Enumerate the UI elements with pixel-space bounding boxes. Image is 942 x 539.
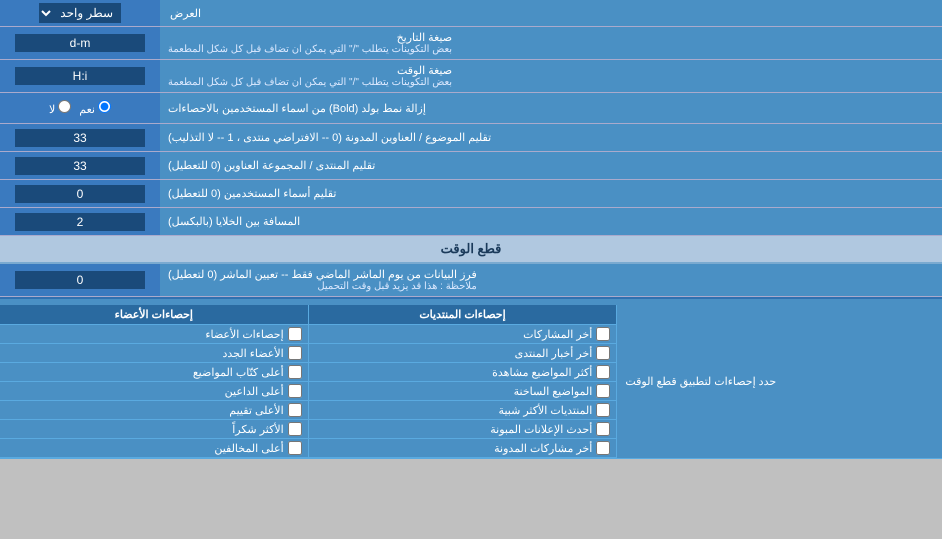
- stats-forum-item-2: أكثر المواضيع مشاهدة: [309, 363, 617, 382]
- stats-member-item-1: الأعضاء الجدد: [0, 344, 308, 363]
- bold-yes-label: نعم: [79, 100, 111, 116]
- stats-member-checkbox-5[interactable]: [288, 422, 302, 436]
- stats-forum-label-5: أحدث الإعلانات المبونة: [315, 423, 593, 436]
- stats-member-checkbox-3[interactable]: [288, 384, 302, 398]
- stats-member-label-1: الأعضاء الجدد: [6, 347, 284, 360]
- stats-forum-item-4: المنتديات الأكثر شبية: [309, 401, 617, 420]
- stats-forum-label-6: أخر مشاركات المدونة: [315, 442, 593, 455]
- stats-forum-label-4: المنتديات الأكثر شبية: [315, 404, 593, 417]
- stats-member-checkbox-4[interactable]: [288, 403, 302, 417]
- stats-forum-checkbox-1[interactable]: [596, 346, 610, 360]
- bold-no-label: لا: [49, 100, 71, 116]
- time-cutoff-input-area: [0, 264, 160, 296]
- stats-columns: إحصاءات المنتديات أخر المشاركات أخر أخبا…: [0, 305, 617, 458]
- time-format-label: صيغة الوقت بعض التكوينات يتطلب "/" التي …: [160, 60, 942, 92]
- stats-member-item-3: أعلى الداعين: [0, 382, 308, 401]
- stats-forum-item-1: أخر أخبار المنتدى: [309, 344, 617, 363]
- date-format-input[interactable]: [15, 34, 145, 52]
- forum-group-label: تقليم المنتدى / المجموعة العناوين (0 للت…: [160, 152, 942, 179]
- stats-member-label-4: الأعلى تقييم: [6, 404, 284, 417]
- stats-forum-label-3: المواضيع الساخنة: [315, 385, 593, 398]
- stats-col2-header: إحصاءات الأعضاء: [0, 305, 308, 325]
- bold-radio-group: نعم لا: [41, 96, 119, 120]
- bold-yes-radio[interactable]: [98, 100, 111, 113]
- bold-remove-radio-area: نعم لا: [0, 93, 160, 123]
- usernames-row: تقليم أسماء المستخدمين (0 للتعطيل): [0, 180, 942, 208]
- cell-distance-row: المسافة بين الخلايا (بالبكسل): [0, 208, 942, 236]
- stats-header-row: حدد إحصاءات لتطبيق قطع الوقت إحصاءات الم…: [0, 305, 942, 459]
- stats-forum-item-5: أحدث الإعلانات المبونة: [309, 420, 617, 439]
- forum-group-input[interactable]: [15, 157, 145, 175]
- stats-forum-checkbox-5[interactable]: [596, 422, 610, 436]
- time-cutoff-label: فرز البيانات من يوم الماشر الماضي فقط --…: [160, 264, 942, 296]
- stats-forum-checkbox-2[interactable]: [596, 365, 610, 379]
- stats-forum-label-1: أخر أخبار المنتدى: [315, 347, 593, 360]
- date-format-row: صيغة التاريخ بعض التكوينات يتطلب "/" الت…: [0, 27, 942, 60]
- stats-col-members: إحصاءات الأعضاء إحصاءات الأعضاء الأعضاء …: [0, 305, 309, 458]
- time-cutoff-row: فرز البيانات من يوم الماشر الماضي فقط --…: [0, 264, 942, 297]
- stats-member-item-5: الأكثر شكراً: [0, 420, 308, 439]
- subject-titles-input-area: [0, 124, 160, 151]
- stats-forum-label-2: أكثر المواضيع مشاهدة: [315, 366, 593, 379]
- time-cutoff-input[interactable]: [15, 271, 145, 289]
- time-format-input-area: [0, 60, 160, 92]
- stats-member-item-0: إحصاءات الأعضاء: [0, 325, 308, 344]
- stats-forum-label-0: أخر المشاركات: [315, 328, 593, 341]
- stats-member-label-2: أعلى كتّاب المواضيع: [6, 366, 284, 379]
- date-format-label: صيغة التاريخ بعض التكوينات يتطلب "/" الت…: [160, 27, 942, 59]
- main-container: العرض سطر واحدسطرينثلاثة أسطر صيغة التار…: [0, 0, 942, 459]
- time-format-input[interactable]: [15, 67, 145, 85]
- stats-member-label-0: إحصاءات الأعضاء: [6, 328, 284, 341]
- bold-no-radio[interactable]: [58, 100, 71, 113]
- time-cutoff-section-header: قطع الوقت: [0, 236, 942, 264]
- forum-group-input-area: [0, 152, 160, 179]
- cell-distance-input[interactable]: [15, 213, 145, 231]
- time-format-row: صيغة الوقت بعض التكوينات يتطلب "/" التي …: [0, 60, 942, 93]
- stats-forum-checkbox-0[interactable]: [596, 327, 610, 341]
- stats-member-checkbox-1[interactable]: [288, 346, 302, 360]
- stats-forum-item-0: أخر المشاركات: [309, 325, 617, 344]
- bold-remove-label: إزالة نمط بولد (Bold) من اسماء المستخدمي…: [160, 93, 942, 123]
- cell-distance-input-area: [0, 208, 160, 235]
- date-format-input-area: [0, 27, 160, 59]
- stats-col-forums: إحصاءات المنتديات أخر المشاركات أخر أخبا…: [309, 305, 618, 458]
- usernames-label: تقليم أسماء المستخدمين (0 للتعطيل): [160, 180, 942, 207]
- subject-titles-label: تقليم الموضوع / العناوين المدونة (0 -- ا…: [160, 124, 942, 151]
- forum-group-row: تقليم المنتدى / المجموعة العناوين (0 للت…: [0, 152, 942, 180]
- stats-member-label-3: أعلى الداعين: [6, 385, 284, 398]
- stats-forum-checkbox-3[interactable]: [596, 384, 610, 398]
- stats-member-label-6: أعلى المخالفين: [6, 442, 284, 455]
- stats-forum-checkbox-6[interactable]: [596, 441, 610, 455]
- display-mode-select[interactable]: سطر واحدسطرينثلاثة أسطر: [39, 3, 121, 23]
- stats-forum-checkbox-4[interactable]: [596, 403, 610, 417]
- cell-distance-label: المسافة بين الخلايا (بالبكسل): [160, 208, 942, 235]
- stats-member-label-5: الأكثر شكراً: [6, 423, 284, 436]
- stats-forum-item-3: المواضيع الساخنة: [309, 382, 617, 401]
- usernames-input[interactable]: [15, 185, 145, 203]
- stats-forum-item-6: أخر مشاركات المدونة: [309, 439, 617, 458]
- subject-titles-input[interactable]: [15, 129, 145, 147]
- stats-member-checkbox-0[interactable]: [288, 327, 302, 341]
- bold-remove-row: إزالة نمط بولد (Bold) من اسماء المستخدمي…: [0, 93, 942, 124]
- stats-member-item-6: أعلى المخالفين: [0, 439, 308, 458]
- stats-member-checkbox-2[interactable]: [288, 365, 302, 379]
- stats-section: حدد إحصاءات لتطبيق قطع الوقت إحصاءات الم…: [0, 297, 942, 459]
- subject-titles-row: تقليم الموضوع / العناوين المدونة (0 -- ا…: [0, 124, 942, 152]
- stats-member-item-2: أعلى كتّاب المواضيع: [0, 363, 308, 382]
- stats-member-item-4: الأعلى تقييم: [0, 401, 308, 420]
- stats-col1-header: إحصاءات المنتديات: [309, 305, 617, 325]
- display-mode-row: العرض سطر واحدسطرينثلاثة أسطر: [0, 0, 942, 27]
- usernames-input-area: [0, 180, 160, 207]
- display-mode-select-area: سطر واحدسطرينثلاثة أسطر: [0, 0, 160, 26]
- display-mode-label: العرض: [160, 0, 942, 26]
- stats-apply-label: حدد إحصاءات لتطبيق قطع الوقت: [617, 305, 942, 458]
- stats-member-checkbox-6[interactable]: [288, 441, 302, 455]
